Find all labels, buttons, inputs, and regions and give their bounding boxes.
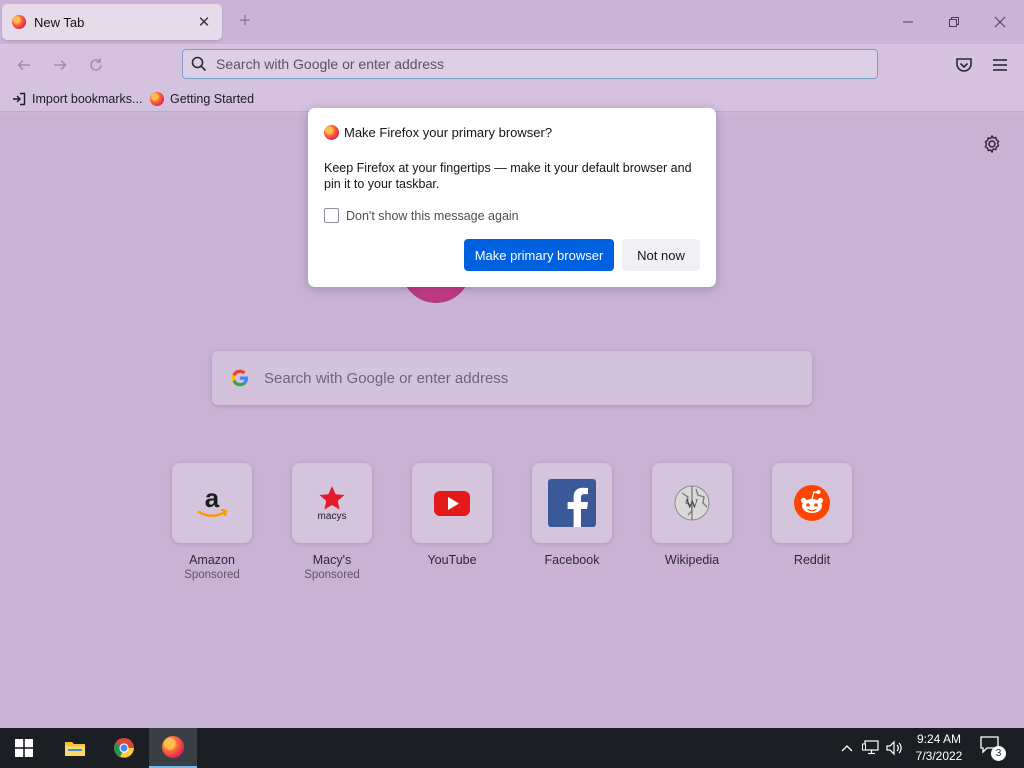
network-button[interactable] <box>861 738 881 758</box>
app-menu-button[interactable] <box>990 55 1010 75</box>
network-icon <box>862 740 879 755</box>
dialog-title: Make Firefox your primary browser? <box>344 125 553 140</box>
navigation-toolbar <box>0 44 1024 86</box>
hamburger-menu-icon <box>993 59 1007 71</box>
notification-count-badge: 3 <box>991 746 1006 761</box>
top-site-name: Macy's <box>312 553 352 567</box>
dialog-message: Keep Firefox at your fingertips — make i… <box>324 161 692 191</box>
search-icon <box>191 56 207 72</box>
top-site-name: YouTube <box>427 553 477 567</box>
top-site-name: Amazon <box>189 553 235 567</box>
firefox-icon <box>324 125 339 140</box>
svg-text:a: a <box>205 483 220 513</box>
bookmark-label: Getting Started <box>170 92 255 106</box>
speaker-icon <box>886 740 902 756</box>
back-button[interactable] <box>11 53 37 77</box>
clock-date: 7/3/2022 <box>915 749 963 763</box>
tab-close-icon[interactable]: ✕ <box>196 14 212 31</box>
not-now-button[interactable]: Not now <box>622 239 700 271</box>
start-button[interactable] <box>0 728 48 768</box>
forward-button[interactable] <box>47 53 73 77</box>
firefox-tab-icon <box>12 15 26 29</box>
action-center-button[interactable]: 3 <box>980 736 1006 761</box>
firefox-taskbar-button[interactable] <box>149 728 197 768</box>
default-browser-dialog: Make Firefox your primary browser? Keep … <box>308 108 716 287</box>
clock-time: 9:24 AM <box>916 732 962 746</box>
taskbar: 9:24 AM 7/3/2022 3 <box>0 728 1024 768</box>
make-primary-browser-button[interactable]: Make primary browser <box>464 239 614 271</box>
top-site-wikipedia[interactable]: W Wikipedia <box>652 463 732 567</box>
sponsored-label: Sponsored <box>304 569 360 581</box>
wikipedia-logo: W <box>674 485 710 521</box>
address-bar[interactable] <box>182 49 878 79</box>
restore-button[interactable] <box>932 8 976 36</box>
show-hidden-icons-button[interactable] <box>837 738 857 758</box>
restore-icon <box>949 17 959 27</box>
top-site-tile[interactable]: macys <box>292 463 372 543</box>
gear-icon <box>984 135 1000 153</box>
new-tab-button[interactable]: + <box>234 11 256 33</box>
amazon-logo: a <box>197 483 228 517</box>
youtube-logo <box>434 491 470 516</box>
forward-arrow-icon <box>54 59 67 71</box>
top-site-tile[interactable] <box>412 463 492 543</box>
bookmark-import[interactable]: Import bookmarks... <box>12 90 142 108</box>
windows-start-icon <box>15 739 33 757</box>
pocket-button[interactable] <box>954 55 974 75</box>
google-icon <box>231 369 248 387</box>
top-site-tile[interactable] <box>532 463 612 543</box>
chevron-up-icon <box>841 745 853 752</box>
bookmark-getting-started[interactable]: Getting Started <box>150 90 254 108</box>
dont-show-again-option[interactable]: Don't show this message again <box>324 208 519 223</box>
top-site-tile[interactable] <box>772 463 852 543</box>
volume-button[interactable] <box>885 738 905 758</box>
firefox-icon <box>150 92 164 106</box>
top-site-name: Reddit <box>793 553 831 567</box>
chrome-button[interactable] <box>100 728 148 768</box>
tab-new-tab[interactable]: New Tab ✕ <box>2 4 222 40</box>
address-input[interactable] <box>216 56 816 72</box>
tab-title: New Tab <box>34 14 85 30</box>
top-site-reddit[interactable]: Reddit <box>772 463 852 567</box>
title-bar: New Tab ✕ + <box>0 0 1024 44</box>
checkbox-label: Don't show this message again <box>346 208 519 223</box>
svg-text:macys: macys <box>318 511 347 522</box>
page-search-placeholder: Search with Google or enter address <box>264 369 509 387</box>
top-site-youtube[interactable]: YouTube <box>412 463 492 567</box>
top-site-name: Wikipedia <box>664 553 720 567</box>
pocket-icon <box>956 58 972 72</box>
minimize-icon <box>903 21 913 23</box>
reload-button[interactable] <box>83 53 109 77</box>
top-site-amazon[interactable]: a Amazon Sponsored <box>172 463 252 581</box>
macys-logo: macys <box>318 486 347 522</box>
chrome-icon <box>114 738 134 758</box>
top-site-tile[interactable]: a <box>172 463 252 543</box>
sponsored-label: Sponsored <box>184 569 240 581</box>
svg-text:W: W <box>686 496 699 511</box>
bookmark-label: Import bookmarks... <box>32 92 143 106</box>
page-search-box[interactable]: Search with Google or enter address <box>212 351 812 405</box>
taskbar-clock[interactable]: 9:24 AM 7/3/2022 <box>904 731 974 765</box>
top-site-name: Facebook <box>544 553 600 567</box>
personalize-button[interactable] <box>982 134 1002 154</box>
top-site-macys[interactable]: macys Macy's Sponsored <box>292 463 372 581</box>
facebook-logo <box>548 479 596 527</box>
close-window-button[interactable] <box>978 8 1022 36</box>
reload-icon <box>90 58 102 71</box>
top-site-facebook[interactable]: Facebook <box>532 463 612 567</box>
reddit-logo <box>794 485 830 521</box>
file-explorer-button[interactable] <box>51 728 99 768</box>
top-sites: a Amazon Sponsored macys Macy's Sponsore… <box>172 463 872 593</box>
folder-icon <box>65 742 85 756</box>
firefox-icon <box>162 736 184 758</box>
top-site-tile[interactable]: W <box>652 463 732 543</box>
close-icon <box>994 16 1006 28</box>
import-icon <box>13 92 26 106</box>
back-arrow-icon <box>17 59 30 71</box>
minimize-button[interactable] <box>886 8 930 36</box>
dont-show-again-checkbox[interactable] <box>324 208 339 223</box>
